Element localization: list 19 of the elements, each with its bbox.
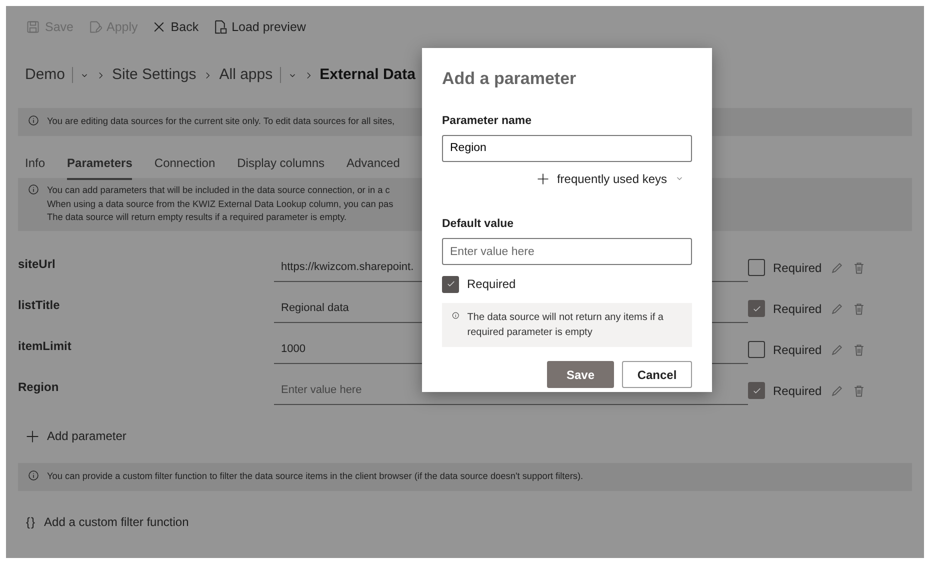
parameter-name: Region [18,378,60,396]
field-label: Parameter name [442,114,532,128]
dialog-title: Add a parameter [442,68,578,90]
info-text: The data source will return empty results if a required parameter is empty. [47,211,348,224]
field-label: Default value [442,216,515,232]
required-label: Required [773,382,822,400]
required-label: Required [773,260,822,277]
info-text: You can add parameters that will be included in the data source connection, or in a c [47,184,391,197]
braces-icon: {} [26,512,36,531]
note-text: The data source will not return any items if a required parameter is empty [467,311,664,340]
info-text: When using a data source from the KWIZ External Data Lookup column, you can pas [47,198,394,211]
required-label: Required [467,276,516,293]
required-label: Required [773,300,822,318]
parameter-name: listTitle [18,296,61,314]
required-label: Required [773,342,822,359]
parameter-name: siteUrl [18,256,56,273]
parameter-name: itemLimit [18,338,72,355]
notice-text: You are editing data sources for the current site only. To edit data sources for all sites, [47,115,395,128]
filter-notice-text: You can provide a custom filter function to filter the data source items in the client browser (if the data source doesn't support filters). [47,470,584,484]
